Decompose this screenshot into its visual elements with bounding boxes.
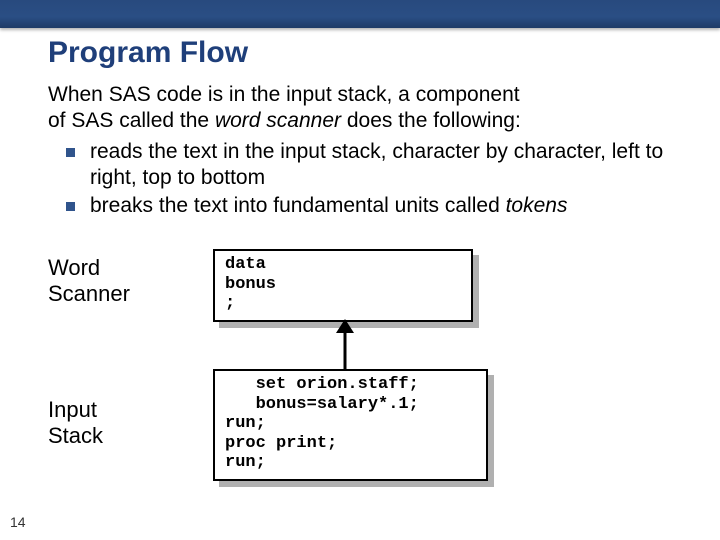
intro-line2a: of SAS called the [48,109,215,132]
page-number: 14 [10,514,26,530]
bullet-item: reads the text in the input stack, chara… [66,139,680,192]
arrow-up-icon [330,319,360,376]
label-word-scanner: Word Scanner [48,255,130,306]
intro-text: When SAS code is in the input stack, a c… [48,82,680,135]
slide-body: Program Flow When SAS code is in the inp… [0,28,720,517]
intro-line2-em: word scanner [215,109,341,132]
bullet-list: reads the text in the input stack, chara… [66,139,680,220]
bullet2a-text: breaks the text into fundamental units c… [90,194,506,217]
word-scanner-codebox: data bonus ; [213,249,473,322]
bullet-item: breaks the text into fundamental units c… [66,193,680,219]
bullet1-text: reads the text in the input stack, chara… [90,140,663,189]
diagram-area: Word Scanner data bonus ; Input Stack se… [48,237,680,517]
label-input-stack: Input Stack [48,397,103,448]
header-band [0,0,720,28]
bullet2-em: tokens [506,194,568,217]
intro-line1: When SAS code is in the input stack, a c… [48,83,520,106]
slide-title: Program Flow [48,36,680,70]
intro-line2b: does the following: [341,109,521,132]
input-stack-codebox: set orion.staff; bonus=salary*.1; run; p… [213,369,488,481]
